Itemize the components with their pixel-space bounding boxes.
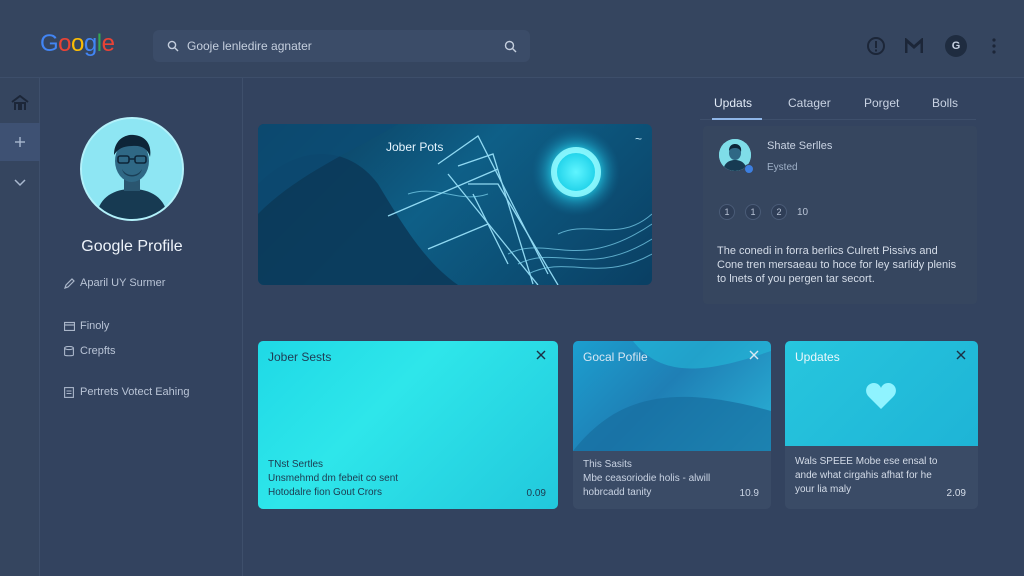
menu-item-label: Pertrets Votect Eahing [80,386,190,398]
folder-icon [62,319,76,333]
hero-menu-icon[interactable]: ~ [635,132,642,146]
feed-subtitle: Eysted [767,162,798,173]
edit-profile-label: Aparil UY Surmer [80,277,166,289]
tab-porget[interactable]: Porget [864,96,899,110]
active-tab-indicator [712,118,762,120]
google-logo[interactable]: Google [40,30,115,58]
header-actions: G [864,34,1020,58]
card-line: Mbe ceasoriodie holis - alwill [583,473,711,484]
profile-name: Google Profile [81,238,183,255]
top-bar: Google G [0,0,1024,78]
card-line: Hotodalre fion Gout Crors [268,487,382,498]
home-icon[interactable] [0,84,40,122]
panel-tabs: Updats Catager Porget Bolls [700,86,976,120]
left-rail [0,78,40,576]
count-badge[interactable]: 2 [771,204,787,220]
card-line: This Sasits [583,459,632,470]
tab-catager[interactable]: Catager [788,96,831,110]
tab-updats[interactable]: Updats [714,96,752,110]
count-badge[interactable]: 1 [745,204,761,220]
menu-item-crepfts[interactable]: Crepfts [62,344,115,358]
gmail-icon[interactable] [902,34,926,58]
card-line: Wals SPEEE Mobe ese ensal to [795,456,938,467]
card-line: hobrcadd tanity [583,487,652,498]
pencil-icon [62,276,76,290]
verified-badge-icon [744,164,754,174]
more-vert-icon[interactable] [982,34,1006,58]
card-number: 2.09 [946,488,966,499]
logo-letter: o [71,30,84,57]
card-jober-sests[interactable]: Jober Sests TNst Sertles Unsmehmd dm feb… [258,341,558,509]
card-body: TNst Sertles Unsmehmd dm febeit co sent … [268,458,538,500]
search-input[interactable] [183,39,500,53]
feed-counts: 1 1 2 10 [719,204,808,220]
profile-sidebar: Google Profile Aparil UY Surmer Finoly C… [40,78,243,576]
logo-letter: o [58,30,72,57]
menu-item-label: Crepfts [80,345,116,357]
logo-letter: G [40,30,59,57]
card-gocal-pofile[interactable]: Gocal Pofile This Sasits Mbe ceasoriodie… [573,341,771,509]
database-icon [62,344,76,358]
search-icon[interactable] [163,36,183,56]
count-total: 10 [797,206,809,218]
document-icon [62,385,76,399]
close-icon[interactable] [534,348,548,362]
search-bar[interactable] [153,30,530,62]
info-icon[interactable] [864,34,888,58]
menu-item-label: Finoly [80,320,110,332]
feed-title: Shate Serlles [767,140,833,152]
card-number: 10.9 [739,488,759,499]
hero-title: Jober Pots [386,140,444,154]
card-body: This Sasits Mbe ceasoriodie holis - alwi… [583,458,761,500]
menu-item-finoly[interactable]: Finoly [62,319,109,333]
chevron-down-icon[interactable] [0,164,40,202]
card-line: Unsmehmd dm febeit co sent [268,473,399,484]
account-icon[interactable]: G [944,34,968,58]
add-icon[interactable] [0,123,40,161]
card-title: Gocal Pofile [583,350,648,364]
card-number: 0.09 [526,488,546,499]
edit-profile-link[interactable]: Aparil UY Surmer [62,276,165,290]
card-title: Jober Sests [268,350,332,364]
avatar: G [945,35,967,57]
card-line: your lia maly [795,484,852,495]
card-body: Wals SPEEE Mobe ese ensal to ande what c… [795,455,969,497]
card-line: TNst Sertles [268,459,324,470]
profile-avatar[interactable] [80,117,184,221]
hero-illustration [258,124,652,285]
feed-card[interactable]: Shate Serlles Eysted 1 1 2 10 The conedi… [703,126,977,304]
close-icon[interactable] [747,348,761,362]
card-updates[interactable]: Updates Wals SPEEE Mobe ese ensal to and… [785,341,978,509]
hero-card[interactable]: Jober Pots ~ [258,124,652,285]
feed-body: The conedi in forra berlics Culrett Piss… [717,245,957,285]
logo-letter: g [83,30,97,57]
menu-item-pertrets[interactable]: Pertrets Votect Eahing [62,385,189,399]
logo-letter: e [101,30,115,57]
count-badge[interactable]: 1 [719,204,735,220]
tab-bolls[interactable]: Bolls [932,96,958,110]
close-icon[interactable] [954,348,968,362]
card-title: Updates [795,350,840,364]
search-submit-icon[interactable] [500,36,520,56]
card-line: ande what cirgahis afhat for he [795,470,932,481]
